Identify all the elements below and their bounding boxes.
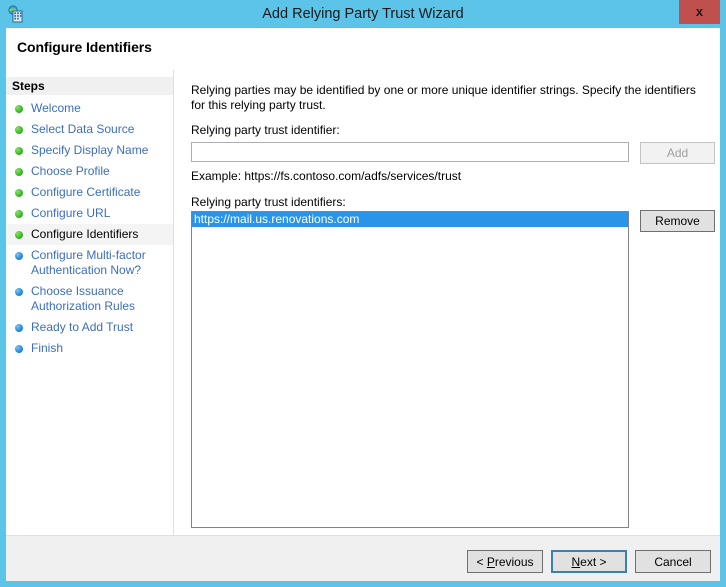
previous-button[interactable]: < Previous <box>467 550 543 573</box>
step-label: Ready to Add Trust <box>31 320 169 335</box>
step-pending-icon <box>15 288 23 296</box>
identifiers-listbox[interactable]: https://mail.us.renovations.com <box>191 211 629 528</box>
cancel-button[interactable]: Cancel <box>635 550 711 573</box>
next-button[interactable]: Next > <box>551 550 627 573</box>
wizard-window: Add Relying Party Trust Wizard x Configu… <box>0 0 726 587</box>
step-label: Specify Display Name <box>31 143 169 158</box>
steps-panel: Steps Welcome Select Data Source Specify D… <box>6 70 173 535</box>
sidebar-step-item[interactable]: Ready to Add Trust <box>6 317 173 338</box>
step-label: Configure Identifiers <box>31 227 169 242</box>
footer-bar: < Previous Next > Cancel <box>6 535 720 581</box>
step-pending-icon <box>15 324 23 332</box>
listbox-item[interactable]: https://mail.us.renovations.com <box>192 212 628 227</box>
remove-button[interactable]: Remove <box>640 210 715 232</box>
step-label: Choose Profile <box>31 164 169 179</box>
sidebar-step-item[interactable]: Choose Profile <box>6 161 173 182</box>
step-label: Configure Certificate <box>31 185 169 200</box>
sidebar-step-item[interactable]: Configure Certificate <box>6 182 173 203</box>
page-title: Configure Identifiers <box>17 39 152 55</box>
step-label: Select Data Source <box>31 122 169 137</box>
step-label: Choose Issuance Authorization Rules <box>31 284 169 314</box>
step-pending-icon <box>15 345 23 353</box>
sidebar-step-item[interactable]: Specify Display Name <box>6 140 173 161</box>
header-band: Configure Identifiers <box>6 28 720 70</box>
steps-list: Welcome Select Data Source Specify Display… <box>6 98 173 359</box>
previous-button-label: < Previous <box>476 555 533 569</box>
step-pending-icon <box>15 252 23 260</box>
step-complete-icon <box>15 168 23 176</box>
identifier-label: Relying party trust identifier: <box>191 123 340 137</box>
sidebar-step-item[interactable]: Choose Issuance Authorization Rules <box>6 281 173 317</box>
sidebar-step-item[interactable]: Configure Identifiers <box>6 224 173 245</box>
step-complete-icon <box>15 126 23 134</box>
step-complete-icon <box>15 147 23 155</box>
body-area: Steps Welcome Select Data Source Specify D… <box>6 70 720 535</box>
window-title: Add Relying Party Trust Wizard <box>0 0 726 28</box>
step-label: Welcome <box>31 101 169 116</box>
steps-header-label: Steps <box>12 79 45 93</box>
sidebar-step-item[interactable]: Finish <box>6 338 173 359</box>
steps-header: Steps <box>6 77 173 95</box>
step-label: Configure Multi-factor Authentication No… <box>31 248 169 278</box>
step-complete-icon <box>15 231 23 239</box>
identifier-input[interactable] <box>191 142 629 162</box>
next-button-label: Next > <box>571 555 606 569</box>
sidebar-step-item[interactable]: Welcome <box>6 98 173 119</box>
step-label: Configure URL <box>31 206 169 221</box>
step-label: Finish <box>31 341 169 356</box>
close-button[interactable]: x <box>679 0 720 24</box>
main-content: Relying parties may be identified by one… <box>174 70 720 535</box>
intro-text: Relying parties may be identified by one… <box>191 83 699 113</box>
step-complete-icon <box>15 105 23 113</box>
add-button[interactable]: Add <box>640 142 715 164</box>
title-bar: Add Relying Party Trust Wizard x <box>0 0 726 28</box>
step-complete-icon <box>15 189 23 197</box>
step-complete-icon <box>15 210 23 218</box>
sidebar-step-item[interactable]: Select Data Source <box>6 119 173 140</box>
example-text: Example: https://fs.contoso.com/adfs/ser… <box>191 169 461 183</box>
identifiers-label: Relying party trust identifiers: <box>191 195 346 209</box>
sidebar-step-item[interactable]: Configure URL <box>6 203 173 224</box>
sidebar-step-item[interactable]: Configure Multi-factor Authentication No… <box>6 245 173 281</box>
